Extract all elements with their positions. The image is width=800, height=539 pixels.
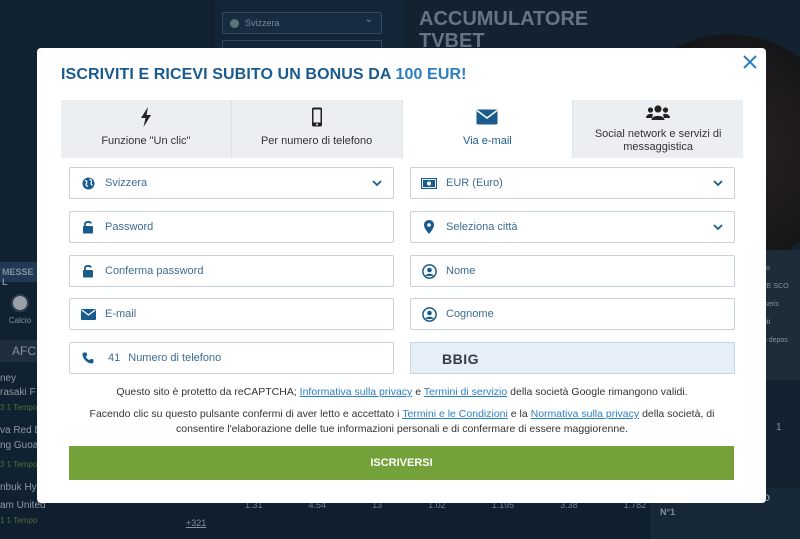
city-select[interactable]: Seleziona città <box>410 211 735 243</box>
confirm-password-field[interactable]: Conferma password <box>69 255 394 287</box>
first-name-field[interactable]: Nome <box>410 255 735 287</box>
chevron-down-icon <box>372 180 382 187</box>
captcha-image: BBIG <box>410 342 735 374</box>
registration-tabs: Funzione "Un clic" Per numero di telefon… <box>61 100 743 158</box>
consent-text-2: e la <box>507 408 531 420</box>
recaptcha-notice: Questo sito è protetto da reCAPTCHA; Inf… <box>61 385 743 400</box>
tab-email[interactable]: Via e-mail <box>402 100 574 158</box>
tab-one-click[interactable]: Funzione "Un clic" <box>61 100 232 158</box>
banknote-icon <box>421 175 437 191</box>
tab-email-label: Via e-mail <box>463 135 512 147</box>
first-name-placeholder: Nome <box>446 265 476 277</box>
privacy-policy-link[interactable]: Normativa sulla privacy <box>531 408 640 420</box>
recaptcha-text-2: e <box>412 386 424 398</box>
tab-one-click-label: Funzione "Un clic" <box>101 135 191 147</box>
currency-value: EUR (Euro) <box>446 177 503 189</box>
chevron-down-icon <box>713 180 723 187</box>
close-button[interactable] <box>740 52 760 72</box>
tab-social-label: Social network e servizi di messaggistic… <box>594 128 722 153</box>
surname-field[interactable]: Cognome <box>410 298 735 330</box>
chevron-down-icon <box>713 224 723 231</box>
google-privacy-link[interactable]: Informativa sulla privacy <box>300 386 413 398</box>
tab-phone[interactable]: Per numero di telefono <box>231 100 403 158</box>
phone-country-code[interactable]: 41 <box>108 352 120 364</box>
unlock-icon <box>80 219 96 235</box>
country-select[interactable]: Svizzera <box>69 167 394 199</box>
users-icon <box>646 102 671 124</box>
city-placeholder: Seleziona città <box>446 221 518 233</box>
close-icon <box>743 55 757 69</box>
email-placeholder: E-mail <box>105 308 137 320</box>
map-pin-icon <box>421 219 437 235</box>
phone-handset-icon <box>80 350 96 366</box>
registration-panel: Funzione "Un clic" Per numero di telefon… <box>61 100 743 489</box>
user-circle-icon <box>421 306 437 322</box>
password-field[interactable]: Password <box>69 211 394 243</box>
user-circle-icon <box>421 263 437 279</box>
recaptcha-text-1: Questo sito è protetto da reCAPTCHA; <box>116 386 300 398</box>
registration-form: Svizzera EUR (Euro) Password Seleziona c… <box>61 158 743 489</box>
lightning-icon <box>140 106 152 128</box>
password-placeholder: Password <box>105 221 154 233</box>
modal-title: ISCRIVITI E RICEVI SUBITO UN BONUS DA 10… <box>61 66 467 84</box>
registration-modal: ISCRIVITI E RICEVI SUBITO UN BONUS DA 10… <box>37 48 766 503</box>
confirm-password-placeholder: Conferma password <box>105 265 204 277</box>
globe-icon <box>80 175 96 191</box>
envelope-icon <box>476 106 498 128</box>
email-field[interactable]: E-mail <box>69 298 394 330</box>
terms-conditions-link[interactable]: Termini e le Condizioni <box>402 408 508 420</box>
modal-title-text: ISCRIVITI E RICEVI SUBITO UN BONUS DA <box>61 66 396 83</box>
recaptcha-text-3: della società Google rimangono validi. <box>507 386 688 398</box>
tab-social[interactable]: Social network e servizi di messaggistic… <box>573 100 743 158</box>
currency-select[interactable]: EUR (Euro) <box>410 167 735 199</box>
phone-placeholder: Numero di telefono <box>128 352 222 364</box>
unlock-icon <box>80 263 96 279</box>
surname-placeholder: Cognome <box>446 308 494 320</box>
consent-text-1: Facendo clic su questo pulsante confermi… <box>89 408 403 420</box>
register-button[interactable]: ISCRIVERSI <box>69 446 734 480</box>
phone-icon <box>311 106 323 128</box>
consent-notice: Facendo clic su questo pulsante confermi… <box>61 407 743 436</box>
envelope-icon <box>80 306 96 322</box>
google-terms-link[interactable]: Termini di servizio <box>424 386 507 398</box>
country-value: Svizzera <box>105 177 148 189</box>
tab-phone-label: Per numero di telefono <box>260 135 373 147</box>
bonus-amount: 100 EUR! <box>395 66 467 83</box>
phone-field[interactable]: 41 Numero di telefono <box>69 342 394 374</box>
